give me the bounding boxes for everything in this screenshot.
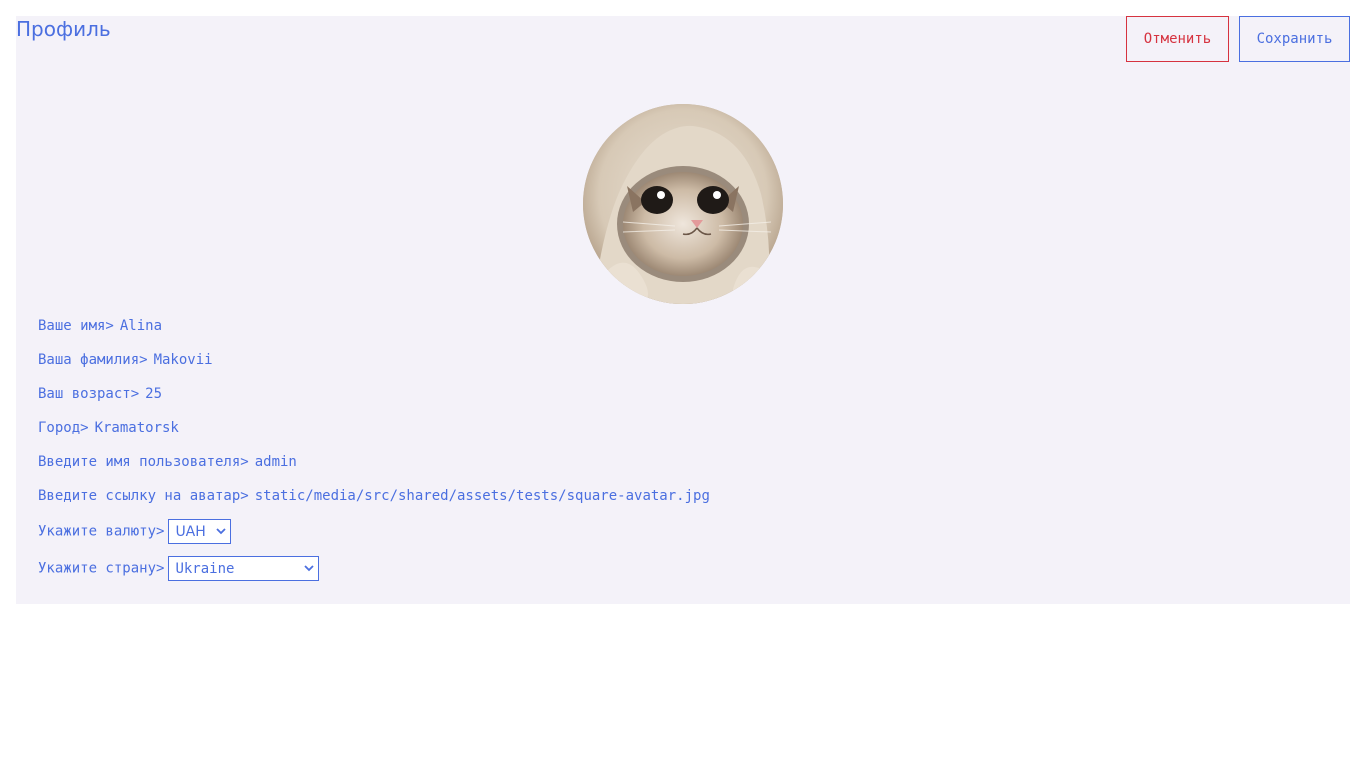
field-last-name: Ваша фамилия> Makovii xyxy=(38,350,213,370)
currency-selected-value: UAH xyxy=(175,524,206,540)
field-currency: Укажите валюту> UAH xyxy=(38,519,232,544)
profile-card: Профиль Отменить Сохранить Ваше имя> Ali… xyxy=(16,16,1350,604)
currency-label: Укажите валюту> xyxy=(38,523,165,540)
country-selected-value: Ukraine xyxy=(175,561,235,577)
field-country: Укажите страну> Ukraine xyxy=(38,556,320,581)
avatar-image xyxy=(583,104,783,304)
avatar xyxy=(583,104,783,304)
country-select[interactable]: Ukraine xyxy=(168,556,320,581)
age-input[interactable]: 25 xyxy=(145,386,162,402)
field-username: Введите имя пользователя> admin xyxy=(38,452,297,472)
first-name-input[interactable]: Alina xyxy=(120,318,162,334)
avatar-link-label: Введите ссылку на аватар> xyxy=(38,488,249,504)
chevron-down-icon xyxy=(216,528,227,535)
username-input[interactable]: admin xyxy=(255,454,297,470)
field-city: Город> Kramatorsk xyxy=(38,418,179,438)
city-label: Город> xyxy=(38,420,89,436)
age-label: Ваш возраст> xyxy=(38,386,140,402)
first-name-label: Ваше имя> xyxy=(38,318,114,334)
field-age: Ваш возраст> 25 xyxy=(38,384,162,404)
currency-select[interactable]: UAH xyxy=(168,519,232,544)
save-button[interactable]: Сохранить xyxy=(1239,16,1350,62)
last-name-input[interactable]: Makovii xyxy=(154,352,213,368)
username-label: Введите имя пользователя> xyxy=(38,454,249,470)
last-name-label: Ваша фамилия> xyxy=(38,352,148,368)
page-title: Профиль xyxy=(16,17,111,41)
field-avatar-link: Введите ссылку на аватар> static/media/sr… xyxy=(38,486,710,506)
chevron-down-icon xyxy=(304,565,315,572)
city-input[interactable]: Kramatorsk xyxy=(95,420,179,436)
country-label: Укажите страну> xyxy=(38,560,165,577)
field-first-name: Ваше имя> Alina xyxy=(38,316,162,336)
avatar-link-input[interactable]: static/media/src/shared/assets/tests/squ… xyxy=(255,488,710,504)
cancel-button[interactable]: Отменить xyxy=(1126,16,1229,62)
